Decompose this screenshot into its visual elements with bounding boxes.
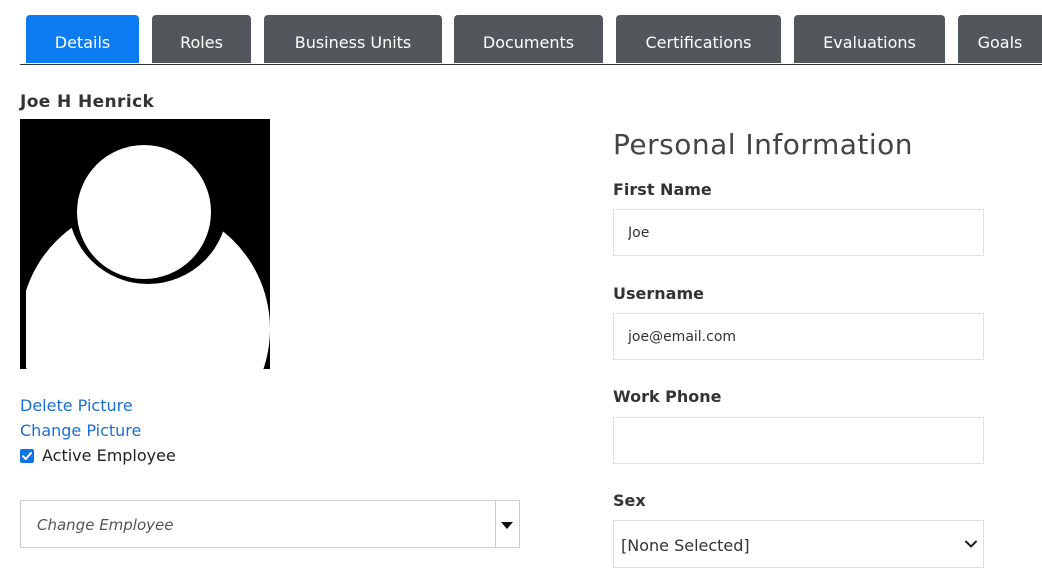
tab-business-units[interactable]: Business Units — [264, 15, 442, 63]
username-field[interactable] — [613, 313, 984, 360]
tab-certifications[interactable]: Certifications — [616, 15, 781, 63]
work-phone-label: Work Phone — [613, 387, 722, 406]
delete-picture-link[interactable]: Delete Picture — [20, 396, 133, 415]
tab-evaluations[interactable]: Evaluations — [794, 15, 945, 63]
sex-label: Sex — [613, 491, 646, 510]
username-label: Username — [613, 284, 704, 303]
combo-dropdown-button[interactable] — [495, 501, 519, 547]
avatar — [20, 119, 270, 369]
section-title: Personal Information — [613, 128, 914, 161]
sex-select[interactable]: [None Selected] — [613, 520, 984, 568]
active-employee-checkbox[interactable] — [20, 449, 34, 463]
change-picture-link[interactable]: Change Picture — [20, 421, 141, 440]
tab-documents[interactable]: Documents — [454, 15, 603, 63]
change-employee-placeholder: Change Employee — [37, 516, 174, 534]
tab-details[interactable]: Details — [26, 15, 139, 63]
user-silhouette-icon — [20, 119, 270, 369]
first-name-label: First Name — [613, 180, 712, 199]
checkmark-icon — [22, 452, 32, 460]
employee-name: Joe H Henrick — [20, 92, 155, 112]
change-employee-combobox[interactable]: Change Employee — [20, 500, 520, 548]
tab-goals[interactable]: Goals — [958, 15, 1042, 63]
sex-selected-value: [None Selected] — [621, 536, 750, 555]
tab-roles[interactable]: Roles — [152, 15, 251, 63]
chevron-down-icon — [965, 540, 977, 548]
first-name-field[interactable] — [613, 209, 984, 256]
caret-down-icon — [501, 522, 513, 529]
work-phone-field[interactable] — [613, 417, 984, 464]
tab-bar: Details Roles Business Units Documents C… — [20, 15, 1042, 65]
active-employee-label: Active Employee — [42, 446, 176, 465]
